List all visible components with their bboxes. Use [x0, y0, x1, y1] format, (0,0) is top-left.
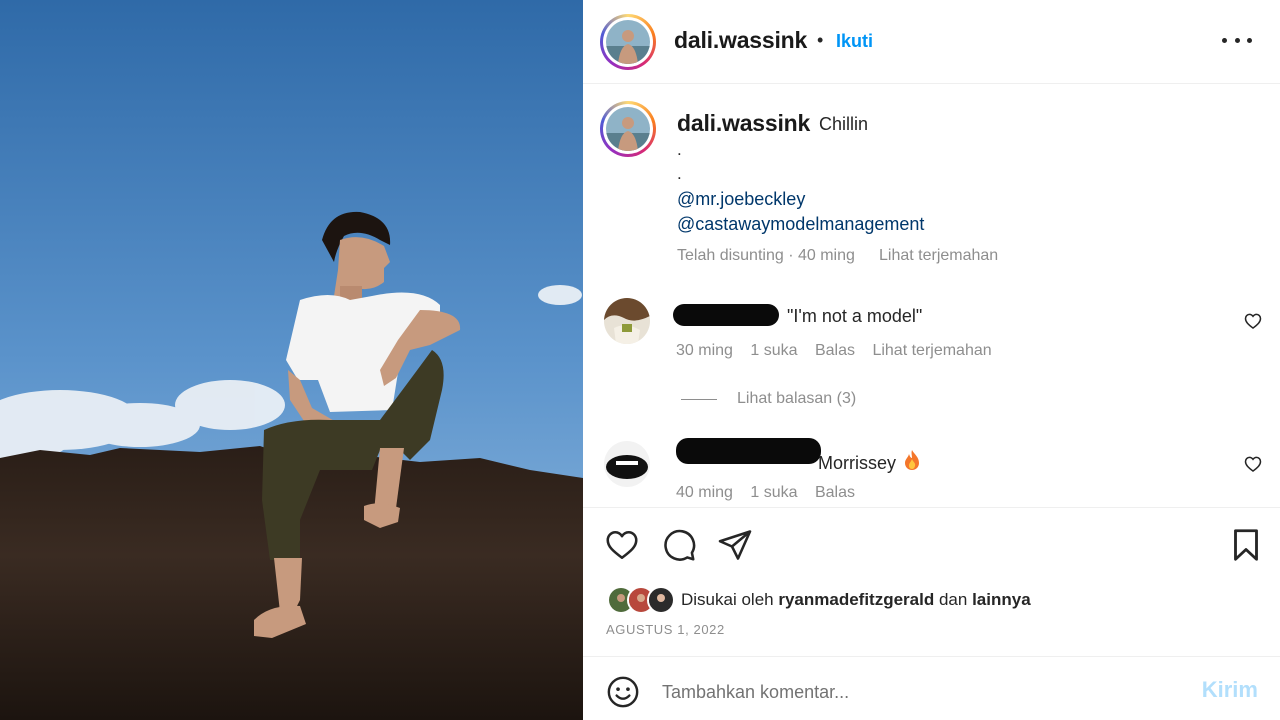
redacted-username: [673, 304, 779, 326]
author-avatar[interactable]: [600, 14, 656, 70]
comment-meta: 30 ming 1 suka Balas Lihat terjemahan: [676, 342, 1005, 360]
avatar-image: [604, 298, 650, 344]
post-date: AGUSTUS 1, 2022: [606, 622, 725, 637]
caption-username[interactable]: dali.wassink: [677, 110, 810, 137]
avatar-image: [604, 441, 650, 487]
post-actions: Disukai oleh ryanmadefitzgerald dan lain…: [583, 507, 1280, 657]
comment-likes[interactable]: 1 suka: [750, 484, 797, 501]
author-username[interactable]: dali.wassink: [674, 27, 807, 54]
send-icon[interactable]: [717, 527, 753, 563]
comment-likes[interactable]: 1 suka: [750, 342, 797, 359]
comment-like-heart-icon[interactable]: [1243, 311, 1263, 331]
caption-line: .: [677, 164, 682, 183]
post-photo[interactable]: [0, 0, 583, 720]
emoji-smile-icon[interactable]: [606, 675, 640, 709]
liker-username[interactable]: ryanmadefitzgerald: [778, 590, 934, 609]
avatar-image: [606, 107, 650, 151]
caption-mention[interactable]: @mr.joebeckley: [677, 189, 805, 210]
post-header: dali.wassink • Ikuti: [583, 0, 1280, 84]
caption-line: .: [677, 140, 682, 159]
redacted-username: [676, 438, 821, 464]
view-replies-button[interactable]: Lihat balasan (3): [681, 390, 856, 408]
avatar-image: [606, 20, 650, 64]
comment-reply-button[interactable]: Balas: [815, 342, 855, 359]
comment-input[interactable]: [662, 676, 1182, 708]
comment-form: Kirim: [583, 658, 1280, 720]
caption-timestamp: Telah disunting · 40 ming: [677, 247, 855, 264]
caption-mention[interactable]: @castawaymodelmanagement: [677, 214, 924, 235]
comment-icon[interactable]: [661, 527, 697, 563]
heart-icon[interactable]: [604, 527, 640, 563]
comment-text: "I'm not a model": [787, 306, 923, 326]
replies-divider: [681, 398, 717, 400]
comment-time: 30 ming: [676, 342, 733, 359]
fire-emoji-icon: [905, 450, 920, 470]
more-options-icon[interactable]: [1222, 28, 1252, 52]
liker-avatar: [647, 586, 675, 614]
likes-text: Disukai oleh ryanmadefitzgerald dan lain…: [681, 590, 1031, 610]
bookmark-icon[interactable]: [1228, 527, 1264, 563]
likes-prefix: Disukai oleh: [681, 590, 774, 609]
caption-author-avatar[interactable]: [600, 101, 656, 157]
post-image: [0, 0, 583, 720]
comment-meta: 40 ming 1 suka Balas: [676, 484, 868, 502]
comment-time: 40 ming: [676, 484, 733, 501]
comment-text: Morrissey: [818, 449, 922, 474]
caption-meta: Telah disunting · 40 ming Lihat terjemah…: [677, 247, 998, 265]
caption-text: Chillin: [819, 114, 869, 134]
follow-button[interactable]: Ikuti: [836, 31, 873, 52]
post-comment-button[interactable]: Kirim: [1202, 677, 1258, 703]
caption-translate-link[interactable]: Lihat terjemahan: [879, 247, 998, 265]
comment-reply-button[interactable]: Balas: [815, 484, 855, 501]
view-replies-label: Lihat balasan (3): [737, 390, 857, 407]
avatar-image: [649, 588, 673, 612]
comment-translate-link[interactable]: Lihat terjemahan: [872, 342, 991, 359]
likes-conjunction: dan: [938, 590, 968, 609]
header-separator: •: [817, 30, 824, 50]
likes-summary: Disukai oleh ryanmadefitzgerald dan lain…: [607, 586, 1031, 614]
commenter-avatar[interactable]: [604, 298, 650, 344]
comment-like-heart-icon[interactable]: [1243, 454, 1263, 474]
commenter-avatar[interactable]: [604, 441, 650, 487]
likes-others-link[interactable]: lainnya: [972, 590, 1031, 609]
post-detail-panel: dali.wassink • Ikuti dali.wassink Chilli…: [583, 0, 1280, 720]
